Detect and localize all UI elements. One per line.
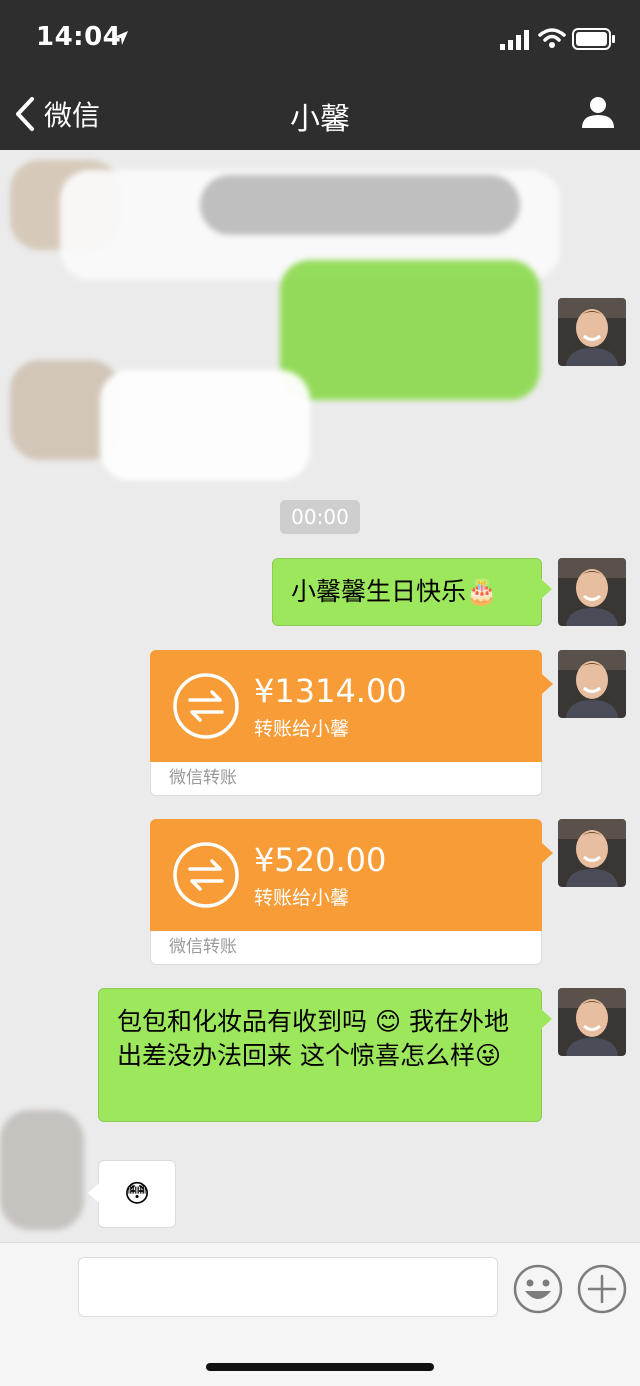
input-bar	[0, 1242, 640, 1386]
nav-bar: 微信 小馨	[0, 78, 640, 150]
bubble-tail	[541, 579, 552, 599]
avatar[interactable]	[558, 988, 626, 1056]
avatar[interactable]	[558, 298, 626, 366]
bubble-tail	[542, 843, 553, 863]
avatar[interactable]	[558, 819, 626, 887]
transfer-card[interactable]: ¥1314.00 转账给小馨 微信转账	[150, 650, 553, 796]
obscured-region	[280, 260, 540, 400]
signal-icon	[500, 30, 529, 50]
top-bar: 14:04 微信 小馨	[0, 0, 640, 150]
plus-icon[interactable]	[576, 1263, 628, 1315]
status-time: 14:04	[36, 22, 122, 52]
transfer-footer: 微信转账	[150, 931, 542, 965]
bubble-tail	[541, 1009, 552, 1029]
chat-title: 小馨	[290, 102, 350, 137]
battery-icon	[572, 28, 615, 50]
avatar-photo	[558, 988, 626, 1056]
bubble-tail	[88, 1183, 99, 1203]
transfer-card[interactable]: ¥520.00 转账给小馨 微信转账	[150, 819, 553, 965]
avatar-photo	[558, 558, 626, 626]
obscured-region	[100, 370, 310, 480]
message-bubble[interactable]: 😳	[88, 1160, 176, 1228]
status-bar: 14:04	[0, 0, 640, 78]
wifi-icon	[538, 28, 566, 48]
avatar-photo	[558, 650, 626, 718]
avatar[interactable]	[558, 558, 626, 626]
transfer-note: 转账给小馨	[254, 887, 350, 909]
message-text: 小馨馨生日快乐🎂	[291, 577, 498, 606]
emoji-icon[interactable]	[512, 1263, 564, 1315]
transfer-icon	[173, 842, 239, 908]
transfer-card-top: ¥1314.00 转账给小馨	[150, 650, 542, 762]
home-indicator	[206, 1363, 434, 1371]
transfer-card-top: ¥520.00 转账给小馨	[150, 819, 542, 931]
avatar[interactable]	[558, 650, 626, 718]
location-arrow-icon	[114, 31, 128, 45]
message-text: 😳	[123, 1179, 151, 1208]
message-timestamp: 00:00	[280, 500, 360, 534]
message-bubble[interactable]: 小馨馨生日快乐🎂	[272, 558, 552, 626]
transfer-amount: ¥1314.00	[254, 672, 407, 710]
transfer-amount: ¥520.00	[254, 841, 387, 879]
obscured-region	[0, 1110, 84, 1230]
message-bubble[interactable]: 包包和化妆品有收到吗 😊 我在外地出差没办法回来 这个惊喜怎么样😜	[98, 988, 552, 1122]
transfer-icon	[173, 673, 239, 739]
profile-icon[interactable]	[580, 94, 616, 130]
avatar-photo	[558, 298, 626, 366]
bubble-tail	[542, 674, 553, 694]
transfer-note: 转账给小馨	[254, 718, 350, 740]
message-text: 包包和化妆品有收到吗 😊 我在外地出差没办法回来 这个惊喜怎么样😜	[117, 1007, 509, 1070]
chat-area[interactable]: 00:00 小馨馨生日快乐🎂 ¥1314.00 转账给小馨 微信转账 ¥520.…	[0, 150, 640, 1242]
transfer-footer: 微信转账	[150, 762, 542, 796]
message-input[interactable]	[78, 1257, 498, 1317]
avatar-photo	[558, 819, 626, 887]
obscured-region	[200, 175, 520, 235]
